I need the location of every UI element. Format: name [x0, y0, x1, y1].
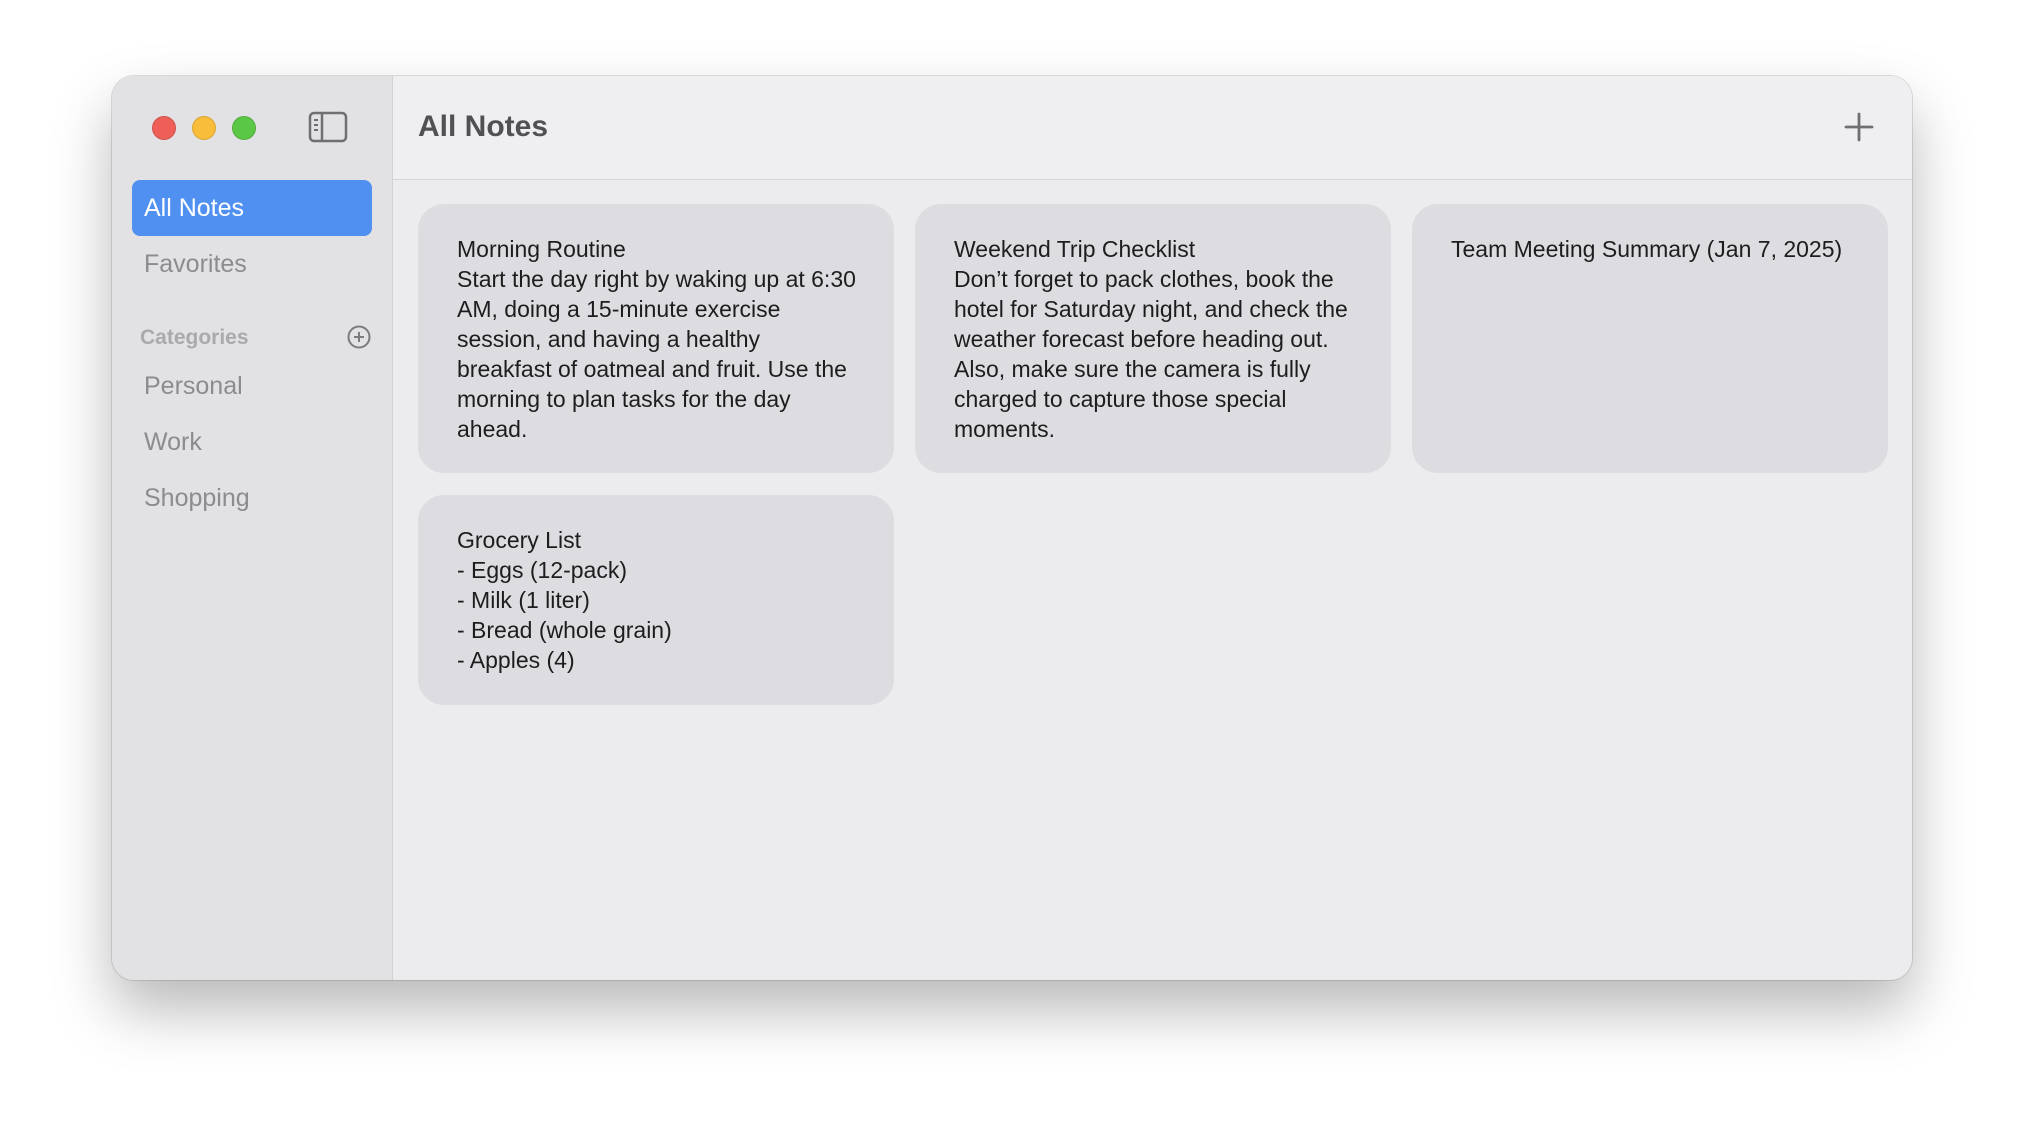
- note-card[interactable]: Weekend Trip Checklist Don’t forget to p…: [915, 204, 1391, 473]
- category-label: Shopping: [144, 484, 250, 512]
- note-body: - Eggs (12-pack) - Milk (1 liter) - Brea…: [457, 557, 672, 673]
- sidebar-nav: All Notes Favorites: [132, 180, 372, 292]
- sidebar-item-personal[interactable]: Personal: [132, 358, 372, 414]
- main-content: All Notes Morning Routine Start the day …: [393, 76, 1912, 980]
- note-card[interactable]: Team Meeting Summary (Jan 7, 2025): [1412, 204, 1888, 473]
- minimize-window-icon[interactable]: [192, 116, 216, 140]
- note-title: Team Meeting Summary (Jan 7, 2025): [1451, 236, 1843, 262]
- notes-grid: Morning Routine Start the day right by w…: [418, 204, 1888, 705]
- category-label: Work: [144, 428, 202, 456]
- note-body: Don’t forget to pack clothes, book the h…: [954, 266, 1348, 442]
- note-title: Morning Routine: [457, 236, 626, 262]
- note-title: Grocery List: [457, 527, 581, 553]
- categories-header: Categories: [140, 318, 372, 358]
- notes-window: All Notes Favorites Categories Personal …: [112, 76, 1912, 980]
- sidebar-item-label: All Notes: [144, 194, 245, 222]
- categories-title: Categories: [140, 326, 249, 349]
- add-category-button[interactable]: [346, 324, 372, 350]
- note-body: Start the day right by waking up at 6:30…: [457, 266, 856, 442]
- note-title: Weekend Trip Checklist: [954, 236, 1196, 262]
- sidebar: All Notes Favorites Categories Personal …: [112, 76, 393, 980]
- close-window-icon[interactable]: [152, 116, 176, 140]
- plus-circle-icon: [347, 325, 371, 349]
- sidebar-toggle-button[interactable]: [308, 110, 348, 144]
- sidebar-item-favorites[interactable]: Favorites: [132, 236, 372, 292]
- sidebar-item-shopping[interactable]: Shopping: [132, 470, 372, 526]
- toolbar: All Notes: [393, 76, 1912, 180]
- sidebar-item-label: Favorites: [144, 250, 247, 278]
- zoom-window-icon[interactable]: [232, 116, 256, 140]
- add-note-button[interactable]: [1842, 110, 1876, 144]
- category-list: Personal Work Shopping: [132, 358, 372, 526]
- page-title: All Notes: [418, 110, 549, 143]
- note-card[interactable]: Grocery List - Eggs (12-pack) - Milk (1 …: [418, 495, 894, 705]
- sidebar-item-all-notes[interactable]: All Notes: [132, 180, 372, 236]
- plus-icon: [1844, 112, 1874, 142]
- window-controls: [152, 116, 256, 140]
- sidebar-item-work[interactable]: Work: [132, 414, 372, 470]
- note-card[interactable]: Morning Routine Start the day right by w…: [418, 204, 894, 473]
- sidebar-toggle-icon: [308, 111, 348, 143]
- category-label: Personal: [144, 372, 243, 400]
